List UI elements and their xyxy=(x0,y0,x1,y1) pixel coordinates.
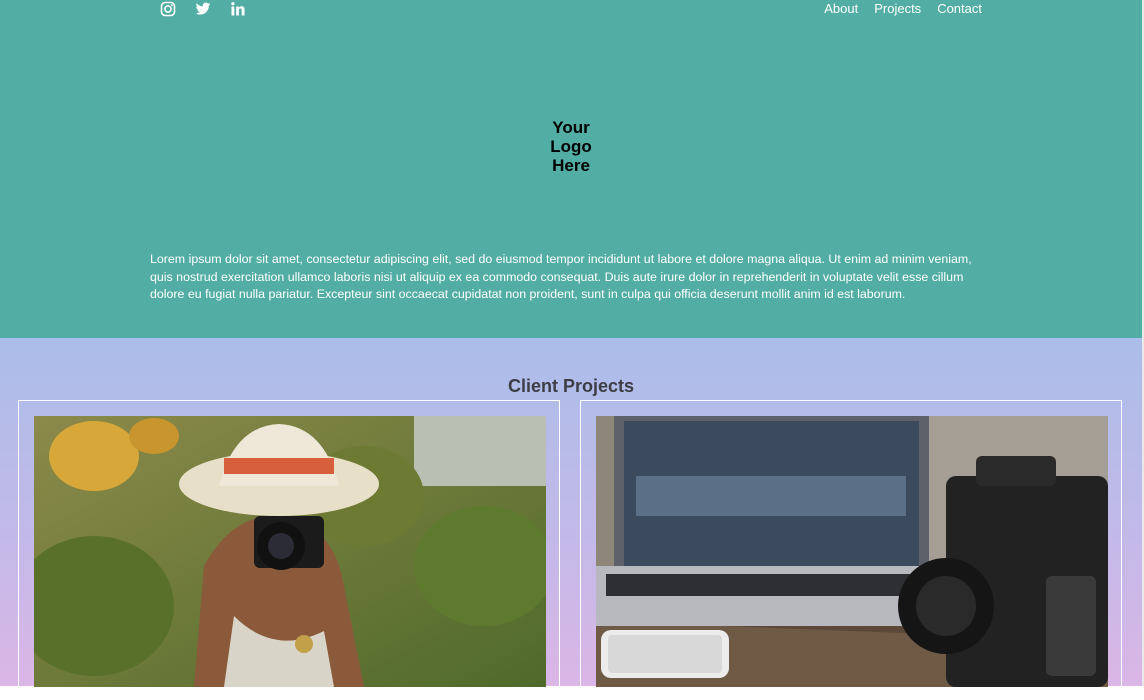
site-logo[interactable]: Your Logo Here xyxy=(0,118,1142,175)
section-title: Client Projects xyxy=(507,376,635,396)
nav-projects[interactable]: Projects xyxy=(874,1,921,17)
hero-section: About Projects Contact Your Logo Here Lo… xyxy=(0,0,1144,338)
linkedin-icon[interactable] xyxy=(230,1,246,17)
project-image-photographer xyxy=(34,416,546,687)
social-links xyxy=(160,1,246,17)
nav-about[interactable]: About xyxy=(824,1,858,17)
main-nav: About Projects Contact xyxy=(824,1,982,17)
intro-text: Lorem ipsum dolor sit amet, consectetur … xyxy=(150,252,972,302)
nav-contact[interactable]: Contact xyxy=(937,1,982,17)
project-image-laptop-camera xyxy=(596,416,1108,687)
client-projects-section: Client Projects xyxy=(0,338,1144,700)
logo-line-2: Logo xyxy=(550,137,592,156)
logo-line-1: Your xyxy=(552,118,590,137)
twitter-icon[interactable] xyxy=(195,1,211,17)
instagram-icon[interactable] xyxy=(160,1,176,17)
project-card[interactable] xyxy=(18,400,560,700)
project-card[interactable] xyxy=(580,400,1122,700)
logo-line-3: Here xyxy=(552,156,590,175)
